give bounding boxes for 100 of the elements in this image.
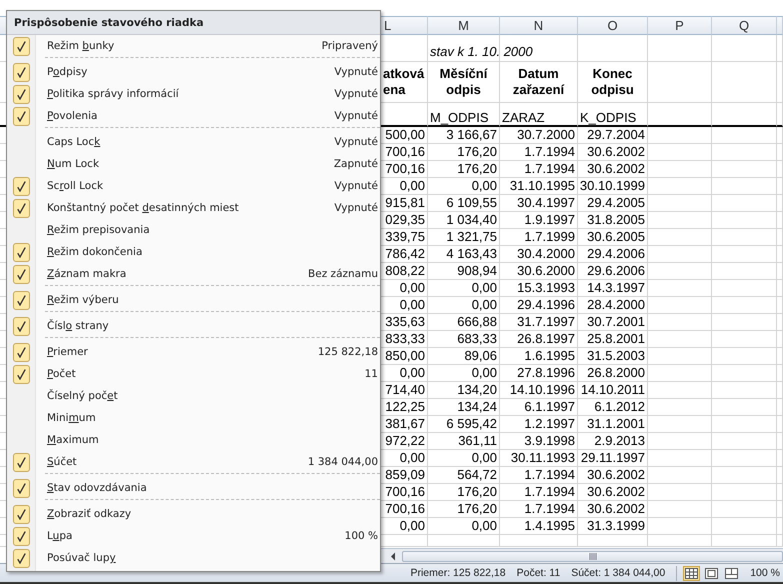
table-cell: 786,42	[385, 246, 425, 262]
table-cell: 714,40	[385, 382, 425, 398]
table-cell: 1.7.1994	[524, 161, 575, 177]
checkbox[interactable]	[12, 478, 30, 498]
menu-item-label: Záznam makra	[47, 268, 126, 280]
checkbox[interactable]	[12, 342, 30, 362]
table-cell: 6 109,55	[446, 195, 497, 211]
status-text: Súčet: 1 384 044,00	[571, 567, 666, 579]
table-cell: 0,00	[472, 365, 497, 381]
menu-item[interactable]: Posúvač lupy	[7, 547, 380, 569]
view-button[interactable]	[683, 566, 700, 580]
menu-item[interactable]: Povolenia Vypnuté	[7, 105, 380, 127]
menu-item[interactable]: Záznam makra Bez záznamu	[7, 263, 380, 285]
table-cell: 1.7.1994	[524, 501, 575, 517]
left-arrow-icon[interactable]	[390, 552, 396, 560]
menu-item[interactable]: Režim prepisovania	[7, 219, 380, 241]
header-cell: atková ena	[383, 66, 425, 98]
table-cell: 29.7.2004	[587, 127, 645, 143]
table-cell: 29.4.2006	[587, 246, 645, 262]
menu-item[interactable]: Zobraziť odkazy	[7, 503, 380, 525]
checkbox[interactable]	[12, 290, 30, 310]
checkbox[interactable]	[12, 364, 30, 384]
menu-item-value: 100 %	[344, 530, 378, 542]
table-cell: 30.7.2000	[517, 127, 575, 143]
checkbox[interactable]	[12, 526, 30, 546]
view-button[interactable]	[703, 566, 720, 580]
column-header[interactable]: O	[578, 16, 648, 35]
menu-item[interactable]: Num Lock Zapnuté	[7, 153, 380, 175]
menu-item-value: Vypnuté	[334, 202, 378, 214]
menu-item-value: Vypnuté	[334, 88, 378, 100]
column-header[interactable]: M	[428, 16, 500, 35]
checkbox[interactable]	[12, 452, 30, 472]
checkbox[interactable]	[12, 316, 30, 336]
column-header[interactable]: P	[648, 16, 712, 35]
table-cell: 134,24	[457, 399, 497, 415]
table-cell: 26.8.2000	[587, 365, 645, 381]
menu-item[interactable]: Režim výberu	[7, 289, 380, 311]
menu-item[interactable]: Lupa 100 %	[7, 525, 380, 547]
checkbox[interactable]	[12, 198, 30, 218]
table-cell: 29.4.1996	[517, 297, 575, 313]
menu-item[interactable]: Priemer 125 822,18	[7, 341, 380, 363]
checkbox[interactable]	[12, 36, 30, 56]
menu-item[interactable]: Konštantný počet desatinných miest Vypnuté	[7, 197, 380, 219]
menu-item[interactable]: Caps Lock Vypnuté	[7, 131, 380, 153]
menu-item[interactable]: Číselný počet	[7, 385, 380, 407]
empty-cell	[712, 535, 777, 547]
page-break-icon	[725, 568, 738, 578]
column-header[interactable]: L	[381, 16, 428, 35]
menu-item[interactable]: Počet 11	[7, 363, 380, 385]
table-cell: 176,20	[457, 484, 497, 500]
menu-item[interactable]: Súčet 1 384 044,00	[7, 451, 380, 473]
checkbox[interactable]	[12, 264, 30, 284]
checkbox[interactable]	[12, 504, 30, 524]
empty-cell	[712, 246, 777, 263]
check-icon	[16, 40, 26, 52]
menu-item[interactable]: Stav odovzdávania	[7, 477, 380, 499]
menu-item[interactable]: Podpisy Vypnuté	[7, 61, 380, 83]
check-icon	[16, 552, 26, 564]
empty-cell	[712, 484, 777, 501]
menu-item[interactable]: Maximum	[7, 429, 380, 451]
table-cell: 1 321,75	[446, 229, 497, 245]
column-header[interactable]: Q	[712, 16, 777, 35]
empty-cell	[712, 518, 777, 535]
check-icon	[16, 202, 26, 214]
table-cell: 0,00	[400, 297, 425, 313]
empty-cell	[712, 501, 777, 518]
menu-item[interactable]: Scroll Lock Vypnuté	[7, 175, 380, 197]
empty-cell	[648, 535, 712, 547]
table-cell: 30.6.2000	[517, 263, 575, 279]
menu-item-value: Vypnuté	[334, 180, 378, 192]
column-header[interactable]: N	[500, 16, 578, 35]
table-cell: 683,33	[457, 331, 497, 347]
table-cell: 0,00	[400, 178, 425, 194]
grip-icon	[588, 552, 596, 560]
scrollbar-thumb[interactable]	[402, 550, 783, 562]
table-cell: 6.1.1997	[524, 399, 575, 415]
menu-item[interactable]: Režim dokončenia	[7, 241, 380, 263]
table-cell: 700,16	[385, 161, 425, 177]
empty-cell	[712, 229, 777, 246]
checkbox[interactable]	[12, 242, 30, 262]
menu-item-value: Vypnuté	[334, 136, 378, 148]
checkbox[interactable]	[12, 548, 30, 568]
checkbox[interactable]	[12, 62, 30, 82]
menu-item[interactable]: Číslo strany	[7, 315, 380, 337]
checkbox[interactable]	[12, 106, 30, 126]
view-button[interactable]	[723, 566, 740, 580]
checkbox[interactable]	[12, 84, 30, 104]
menu-item[interactable]: Politika správy informácií Vypnuté	[7, 83, 380, 105]
zoom-level[interactable]: 100 %	[750, 567, 780, 579]
checkbox[interactable]	[12, 176, 30, 196]
check-icon	[16, 456, 26, 468]
menu-item[interactable]: Režim bunky Pripravený	[7, 35, 380, 57]
table-cell: 14.10.1996	[510, 382, 575, 398]
check-icon	[16, 368, 26, 380]
horizontal-scrollbar[interactable]	[381, 548, 783, 563]
check-icon	[16, 66, 26, 78]
menu-item[interactable]: Minimum	[7, 407, 380, 429]
empty-cell	[712, 103, 777, 127]
table-cell: 122,25	[385, 399, 425, 415]
menu-item-label: Scroll Lock	[47, 180, 104, 192]
